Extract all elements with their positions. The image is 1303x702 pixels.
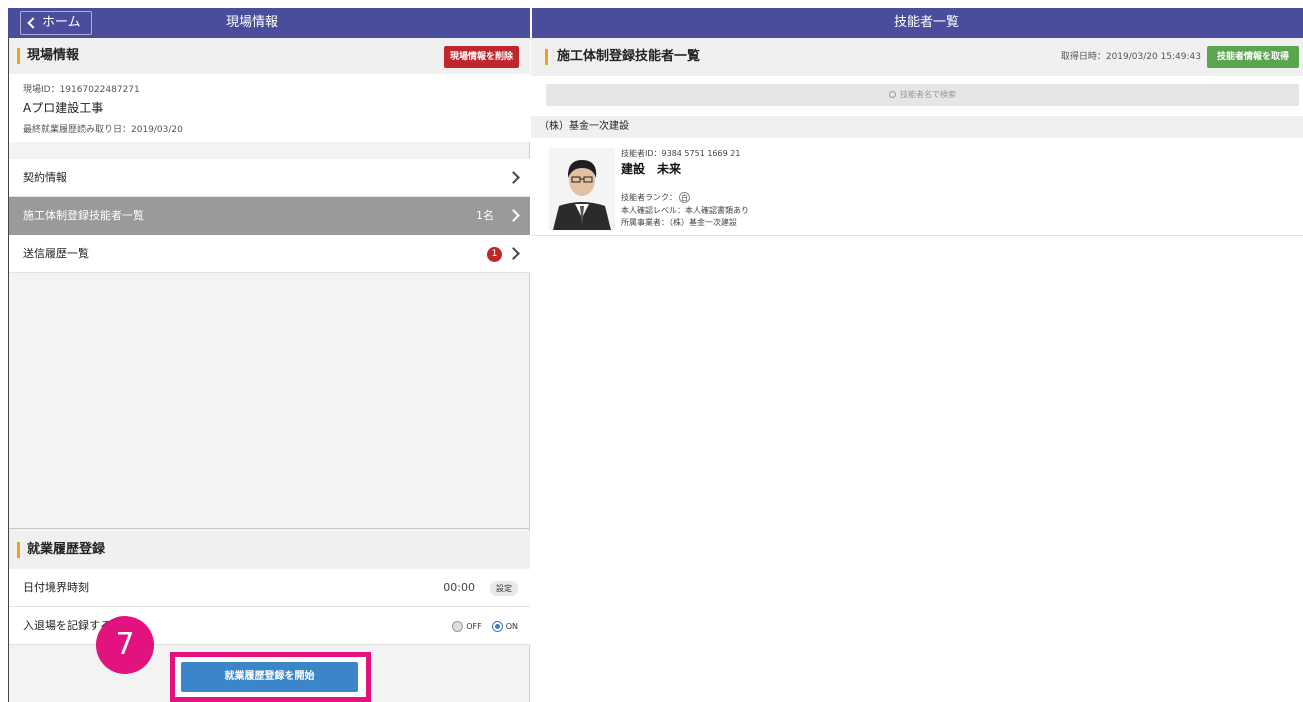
search-placeholder: 技能者名で検索 [900, 90, 956, 99]
radio-off[interactable] [452, 620, 464, 632]
site-summary: 現場ID：19167022487271 Aプロ建設工事 最終就業履歴読み取り日：… [9, 74, 530, 142]
date-boundary-row: 日付境界時刻 00:00 設定 [9, 569, 530, 607]
menu-item-label: 送信履歴一覧 [23, 247, 89, 260]
right-page-title: 技能者一覧 [894, 15, 960, 30]
worker-rank-label: 技能者ランク： [621, 193, 677, 202]
left-panel: 現場情報 現場情報を削除 現場ID：19167022487271 Aプロ建設工事… [8, 38, 530, 702]
start-work-history-button[interactable]: 就業履歴登録を開始 [181, 662, 358, 692]
right-panel: 施工体制登録技能者一覧 取得日時：2019/03/20 15:49:43 技能者… [531, 38, 1303, 702]
last-read-date: 最終就業履歴読み取り日：2019/03/20 [23, 125, 183, 135]
work-history-header: 就業履歴登録 [9, 531, 530, 569]
entry-exit-row: 入退場を記録する OFF ON [9, 607, 530, 645]
set-time-button[interactable]: 設定 [490, 581, 518, 596]
worker-name: 建設 未来 [621, 162, 682, 176]
site-name: Aプロ建設工事 [23, 101, 104, 115]
worker-photo [549, 148, 615, 230]
header-divider [530, 8, 532, 38]
notification-badge: 1 [487, 247, 502, 262]
menu-item-send-history[interactable]: 送信履歴一覧 1 [9, 235, 530, 273]
worker-rank-badge: 白 [679, 192, 690, 203]
date-boundary-label: 日付境界時刻 [23, 581, 89, 594]
radio-off-label: OFF [466, 621, 482, 631]
back-home-button[interactable]: ホーム [20, 11, 92, 35]
chevron-right-icon [507, 247, 520, 260]
person-icon [549, 148, 615, 230]
chevron-left-icon [27, 17, 39, 29]
app-root: ホーム 現場情報 技能者一覧 現場情報 現場情報を削除 現場ID：1916702… [0, 0, 1303, 702]
entry-exit-radio-group: OFF ON [442, 607, 518, 645]
site-info-title: 現場情報 [27, 48, 80, 63]
worker-list-item[interactable]: 技能者ID：9384 5751 1669 21 建設 未来 技能者ランク：白 本… [531, 138, 1303, 236]
back-label: ホーム [42, 15, 81, 30]
site-id: 現場ID：19167022487271 [23, 85, 140, 95]
worker-id: 技能者ID：9384 5751 1669 21 [621, 149, 741, 158]
worker-affiliation: 所属事業者：（株）基金一次建設 [621, 218, 737, 227]
search-icon [889, 91, 896, 98]
chevron-right-icon [507, 171, 520, 184]
workers-title: 施工体制登録技能者一覧 [557, 49, 701, 64]
menu-item-label: 施工体制登録技能者一覧 [23, 209, 144, 222]
section-divider [9, 528, 530, 529]
menu-item-registered-workers[interactable]: 施工体制登録技能者一覧 1名 [9, 197, 530, 235]
worker-confirmation: 本人確認レベル：本人確認書類あり [621, 206, 749, 215]
radio-on[interactable] [491, 620, 503, 632]
company-group-header: （株）基金一次建設 [531, 116, 1303, 138]
delete-site-button[interactable]: 現場情報を削除 [444, 46, 519, 68]
worker-search-input[interactable]: 技能者名で検索 [546, 84, 1299, 106]
menu-item-label: 契約情報 [23, 171, 67, 184]
menu-item-contract[interactable]: 契約情報 [9, 159, 530, 197]
step-number-marker: 7 [96, 616, 154, 674]
accent-bar [17, 48, 20, 64]
radio-on-label: ON [505, 621, 518, 631]
worker-count: 1名 [476, 209, 494, 222]
worker-rank: 技能者ランク：白 [621, 192, 690, 203]
site-info-header: 現場情報 現場情報を削除 [9, 38, 530, 74]
fetched-timestamp: 取得日時：2019/03/20 15:49:43 [1060, 52, 1201, 62]
workers-header: 施工体制登録技能者一覧 取得日時：2019/03/20 15:49:43 技能者… [531, 38, 1303, 76]
left-page-title: 現場情報 [226, 15, 279, 30]
chevron-right-icon [507, 209, 520, 222]
top-header: ホーム 現場情報 技能者一覧 [8, 8, 1303, 38]
fetch-workers-button[interactable]: 技能者情報を取得 [1207, 46, 1299, 68]
date-boundary-value: 00:00 [443, 581, 475, 594]
work-history-title: 就業履歴登録 [27, 542, 106, 557]
accent-bar [545, 49, 548, 65]
accent-bar [17, 542, 20, 558]
